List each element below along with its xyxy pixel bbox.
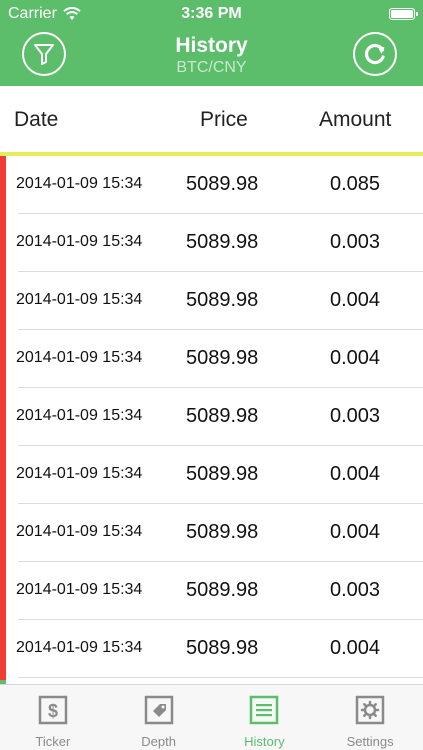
trade-price: 5089.98 (186, 521, 259, 543)
battery-icon (389, 8, 418, 20)
tab-bar: $ Ticker Depth History Settings (0, 684, 423, 750)
dollar-icon: $ (38, 695, 68, 725)
trade-history-table[interactable]: 2014-01-09 15:34 5089.98 0.085 2014-01-0… (0, 156, 423, 684)
list-icon (250, 695, 279, 725)
table-row[interactable]: 2014-01-09 15:34 5089.98 0.004 (0, 504, 423, 562)
trade-price: 5089.98 (186, 231, 259, 253)
tag-icon (144, 695, 173, 725)
trade-date: 2014-01-09 15:34 (16, 291, 143, 308)
table-row[interactable]: 2014-01-09 15:34 5089.98 0.085 (0, 156, 423, 214)
trade-amount: 0.003 (330, 231, 381, 253)
tab-settings[interactable]: Settings (317, 685, 423, 750)
trade-price: 5089.98 (186, 347, 259, 369)
table-row[interactable]: 2014-01-09 15:34 5089.98 0.003 (0, 214, 423, 272)
tab-label: Settings (346, 734, 394, 749)
column-header-date: Date (14, 108, 59, 131)
nav-bar: Carrier 3:36 PM History BTC/CNY (0, 0, 423, 86)
trade-price: 5089.98 (186, 637, 259, 659)
trade-price: 5089.98 (186, 289, 259, 311)
tab-history[interactable]: History (212, 685, 318, 750)
status-bar: Carrier 3:36 PM (0, 0, 423, 30)
table-row[interactable]: 2014-01-09 15:34 5089.98 0.004 (0, 330, 423, 388)
trade-amount: 0.003 (330, 405, 381, 427)
svg-text:$: $ (48, 701, 58, 721)
table-row[interactable]: 2014-01-09 15:34 5089.98 0.004 (0, 620, 423, 678)
trade-amount: 0.004 (330, 637, 381, 659)
trade-date: 2014-01-09 15:34 (16, 407, 143, 424)
trade-date: 2014-01-09 15:34 (16, 175, 143, 192)
table-row[interactable]: 2014-01-09 15:34 5089.98 0.004 (0, 272, 423, 330)
trade-price: 5089.98 (186, 579, 259, 601)
trade-date: 2014-01-09 15:34 (16, 465, 143, 482)
column-header-price: Price (200, 108, 248, 131)
trade-price: 5089.98 (186, 463, 259, 485)
table-row[interactable]: 2014-01-09 15:34 5089.98 0.003 (0, 388, 423, 446)
trade-amount: 0.004 (330, 463, 381, 485)
tab-label: Depth (141, 734, 176, 749)
column-header-amount: Amount (319, 108, 392, 131)
tab-label: Ticker (35, 734, 71, 749)
refresh-icon (364, 43, 385, 65)
tab-depth[interactable]: Depth (106, 685, 212, 750)
trade-amount: 0.004 (330, 347, 381, 369)
trade-amount: 0.003 (330, 579, 381, 601)
gear-icon (355, 695, 385, 725)
table-header: Date Price Amount (0, 86, 423, 152)
table-row[interactable]: 2014-01-09 15:34 5089.98 0.004 (0, 446, 423, 504)
tab-label: History (244, 734, 285, 749)
trade-date: 2014-01-09 15:34 (16, 581, 143, 598)
trade-date: 2014-01-09 15:34 (16, 349, 143, 366)
trade-date: 2014-01-09 15:34 (16, 233, 143, 250)
trade-price: 5089.98 (186, 173, 259, 195)
refresh-button[interactable] (353, 32, 397, 76)
trade-date: 2014-01-09 15:34 (16, 523, 143, 540)
trade-date: 2014-01-09 15:34 (16, 639, 143, 656)
trade-price: 5089.98 (186, 405, 259, 427)
row-divider (18, 677, 423, 678)
status-time: 3:36 PM (181, 5, 242, 22)
tab-ticker[interactable]: $ Ticker (0, 685, 106, 750)
table-row[interactable]: 2014-01-09 15:34 5089.98 0.003 (0, 562, 423, 620)
trade-amount: 0.085 (330, 173, 381, 195)
trade-amount: 0.004 (330, 289, 381, 311)
trade-amount: 0.004 (330, 521, 381, 543)
